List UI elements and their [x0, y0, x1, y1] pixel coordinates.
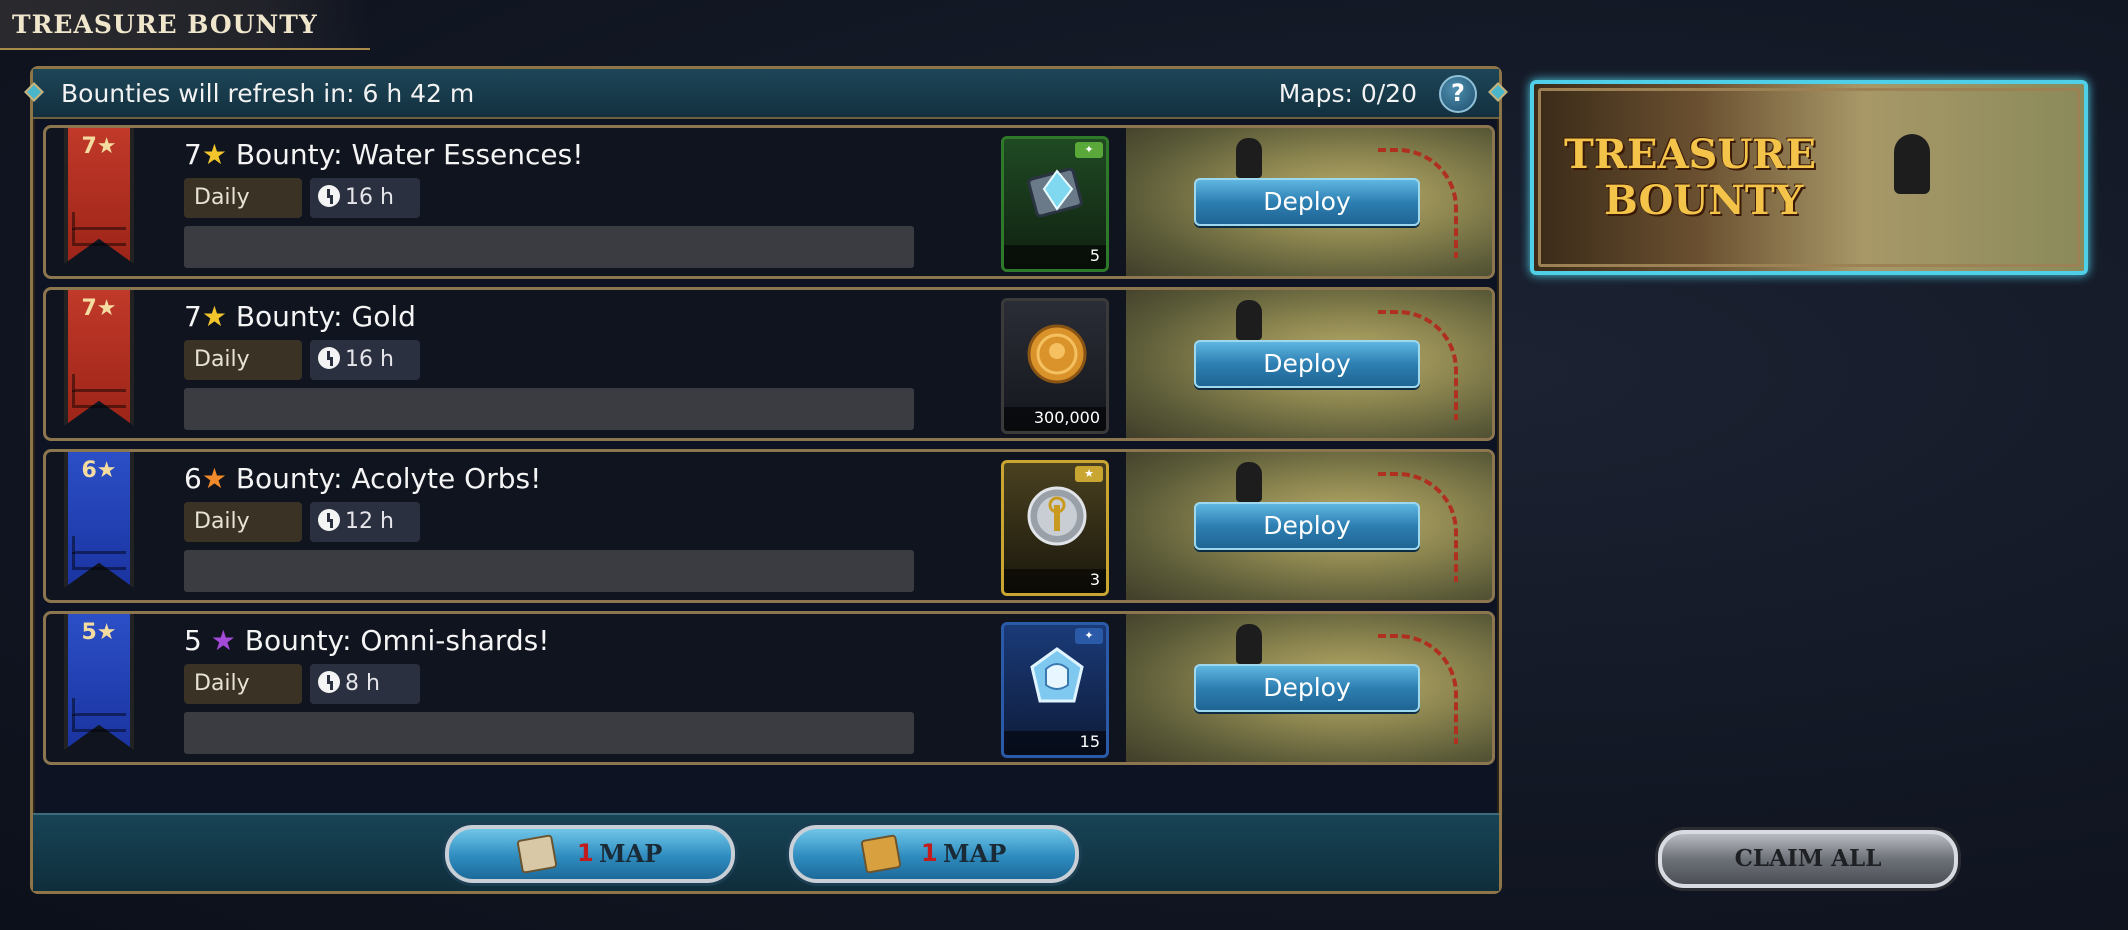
rarity-badge-icon: ★ — [1075, 466, 1103, 482]
corner-gem-icon — [1488, 82, 1508, 102]
reward-item[interactable]: ★ 3 — [1001, 460, 1109, 596]
rank-banner: 7★ — [64, 128, 134, 264]
screen-title-tab: TREASURE BOUNTY — [0, 0, 370, 50]
maps-count: Maps: 0/20 — [1278, 79, 1417, 108]
omni-shard-icon — [1030, 647, 1084, 703]
bounty-row: 7★ 7★ Bounty: Water Essences! Daily 16 h… — [43, 125, 1495, 279]
reward-quantity: 15 — [1079, 732, 1100, 751]
bounty-progress-bar — [184, 388, 914, 430]
bounty-title: 6★ Bounty: Acolyte Orbs! — [184, 462, 542, 495]
bounty-panel: Bounties will refresh in: 6 h 42 m Maps:… — [24, 66, 1508, 894]
rank-label: 6★ — [81, 458, 117, 483]
rarity-badge-icon: ✦ — [1075, 142, 1103, 158]
gold-coin-icon — [1027, 324, 1087, 384]
clock-icon — [318, 671, 340, 693]
rank-label: 5★ — [81, 620, 117, 645]
star-icon: ★ — [201, 138, 227, 171]
rank-banner: 7★ — [64, 290, 134, 426]
frequency-tag: Daily — [184, 178, 302, 218]
map-count: 1 — [577, 839, 594, 867]
duration-tag: 8 h — [310, 664, 420, 704]
duration-tag: 16 h — [310, 340, 420, 380]
map-label: MAP — [599, 839, 663, 868]
clock-icon — [318, 347, 340, 369]
plain-map-icon — [516, 834, 558, 874]
corner-gem-icon — [24, 82, 44, 102]
deploy-button[interactable]: Deploy — [1194, 502, 1420, 550]
bounty-title: 7★ Bounty: Gold — [184, 300, 416, 333]
reward-quantity: 5 — [1089, 246, 1100, 265]
screen-title: TREASURE BOUNTY — [12, 10, 318, 39]
deploy-button[interactable]: Deploy — [1194, 340, 1420, 388]
map-pin-icon — [1894, 134, 1930, 194]
help-button[interactable]: ? — [1439, 75, 1477, 113]
deploy-button[interactable]: Deploy — [1194, 178, 1420, 226]
reward-quantity: 300,000 — [1033, 408, 1100, 427]
gold-map-icon — [860, 834, 902, 874]
bounty-progress-bar — [184, 712, 914, 754]
treasure-bounty-banner: TREASURE BOUNTY — [1530, 80, 2088, 275]
star-icon: ★ — [201, 300, 227, 333]
claim-all-button[interactable]: CLAIM ALL — [1658, 830, 1958, 888]
refresh-timer: Bounties will refresh in: 6 h 42 m — [61, 79, 475, 108]
rarity-badge-icon: ✦ — [1075, 628, 1103, 644]
clock-icon — [318, 509, 340, 531]
bounty-row: 6★ 6★ Bounty: Acolyte Orbs! Daily 12 h ★… — [43, 449, 1495, 603]
panel-footer: 1 MAP 1 MAP — [33, 813, 1499, 891]
banner-logo: TREASURE BOUNTY — [1564, 131, 1817, 224]
rank-label: 7★ — [81, 134, 117, 159]
clock-icon — [318, 185, 340, 207]
map-count: 1 — [921, 839, 938, 867]
reward-item[interactable]: 300,000 — [1001, 298, 1109, 434]
water-essence-icon — [1027, 167, 1083, 218]
deploy-button[interactable]: Deploy — [1194, 664, 1420, 712]
bounty-row: 5★ 5 ★ Bounty: Omni-shards! Daily 8 h ✦ … — [43, 611, 1495, 765]
map-label: MAP — [943, 839, 1007, 868]
star-icon: ★ — [201, 462, 227, 495]
panel-header: Bounties will refresh in: 6 h 42 m Maps:… — [24, 69, 1508, 119]
plain-map-button[interactable]: 1 MAP — [445, 825, 735, 883]
bounty-progress-bar — [184, 550, 914, 592]
frequency-tag: Daily — [184, 340, 302, 380]
rank-label: 7★ — [81, 296, 117, 321]
frequency-tag: Daily — [184, 502, 302, 542]
acolyte-orb-icon — [1027, 486, 1087, 546]
frequency-tag: Daily — [184, 664, 302, 704]
duration-tag: 12 h — [310, 502, 420, 542]
duration-tag: 16 h — [310, 178, 420, 218]
bounty-progress-bar — [184, 226, 914, 268]
rank-banner: 6★ — [64, 452, 134, 588]
bounty-title: 7★ Bounty: Water Essences! — [184, 138, 584, 171]
star-icon: ★ — [210, 624, 236, 657]
bounty-row: 7★ 7★ Bounty: Gold Daily 16 h 300,000 De… — [43, 287, 1495, 441]
bounty-title: 5 ★ Bounty: Omni-shards! — [184, 624, 550, 657]
reward-item[interactable]: ✦ 5 — [1001, 136, 1109, 272]
gold-map-button[interactable]: 1 MAP — [789, 825, 1079, 883]
rank-banner: 5★ — [64, 614, 134, 750]
reward-item[interactable]: ✦ 15 — [1001, 622, 1109, 758]
reward-quantity: 3 — [1089, 570, 1100, 589]
